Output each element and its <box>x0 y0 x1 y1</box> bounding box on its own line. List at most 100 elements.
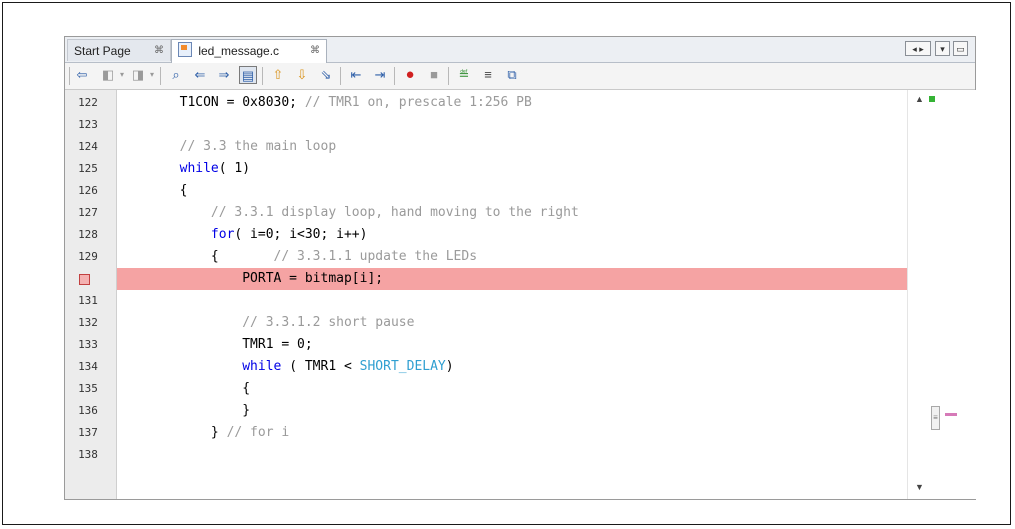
stop-macro-icon[interactable]: ■ <box>425 66 443 84</box>
breakpoint-icon[interactable] <box>79 274 90 285</box>
dropdown-icon[interactable]: ▾ <box>117 66 127 84</box>
code-line[interactable]: while ( TMR1 < SHORT_DELAY) <box>117 356 907 378</box>
line-number[interactable]: 122 <box>65 96 111 109</box>
keyword-token: for <box>210 227 235 242</box>
toolbar-separator <box>448 67 449 85</box>
forward-icon[interactable]: ◨ <box>129 66 147 84</box>
find-next-icon[interactable]: ⇒ <box>215 66 233 84</box>
code-token: T1CON = 0x8030; <box>117 95 305 110</box>
code-token: ( i=0; i<30; i++) <box>234 227 368 242</box>
code-token: ( 1) <box>218 161 251 176</box>
find-previous-icon[interactable]: ⇐ <box>191 66 209 84</box>
breakpoint-marker[interactable] <box>945 413 957 416</box>
breakpoint-line[interactable]: PORTA = bitmap[i]; <box>117 268 907 290</box>
editor-toolbar: ⇦ ◧ ▾ ◨ ▾ ⌕ ⇐ ⇒ ▤ ⇧ ⇩ ⇘ ⇤ ⇥ ● ■ ≝ ≡ ⧉ <box>65 63 975 90</box>
code-line[interactable] <box>117 444 907 466</box>
code-line[interactable]: while( 1) <box>117 158 907 180</box>
dropdown-icon[interactable]: ▾ <box>147 66 157 84</box>
line-number[interactable]: 126 <box>65 184 111 197</box>
maximize-button[interactable]: ▭ <box>953 41 968 56</box>
toggle-bookmark-icon[interactable]: ⇘ <box>317 66 335 84</box>
editor-window: Start Page ⌘ led_message.c ⌘ ◂ ▸ ▾ ▭ ⇦ ◧… <box>64 36 976 500</box>
line-number[interactable]: 129 <box>65 250 111 263</box>
line-number[interactable]: 133 <box>65 338 111 351</box>
scroll-up-icon[interactable]: ▲ <box>915 94 924 104</box>
code-line[interactable]: T1CON = 0x8030; // TMR1 on, prescale 1:2… <box>117 92 907 114</box>
comment-icon[interactable]: ≝ <box>455 66 473 84</box>
close-icon[interactable]: ⌘ <box>154 40 164 62</box>
code-line[interactable]: // 3.3 the main loop <box>117 136 907 158</box>
code-line[interactable]: { // 3.3.1.1 update the LEDs <box>117 246 907 268</box>
toggle-highlight-icon[interactable]: ▤ <box>239 66 257 84</box>
uncomment-icon[interactable]: ≡ <box>479 66 497 84</box>
line-number[interactable]: 138 <box>65 448 111 461</box>
code-line[interactable]: { <box>117 378 907 400</box>
shift-left-icon[interactable]: ⇤ <box>347 66 365 84</box>
history-back-icon[interactable]: ⇦ <box>73 66 91 84</box>
code-token: { <box>117 249 274 264</box>
scrollbar-thumb[interactable]: ≡ <box>931 406 940 430</box>
toolbar-separator <box>340 67 341 85</box>
code-line[interactable] <box>117 290 907 312</box>
code-line[interactable]: } // for i <box>117 422 907 444</box>
line-number[interactable]: 123 <box>65 118 111 131</box>
code-line[interactable]: // 3.3.1 display loop, hand moving to th… <box>117 202 907 224</box>
line-number[interactable]: 127 <box>65 206 111 219</box>
comment-token: // TMR1 on, prescale 1:256 PB <box>304 95 532 110</box>
back-icon[interactable]: ◧ <box>99 66 117 84</box>
code-line[interactable]: TMR1 = 0; <box>117 334 907 356</box>
constant-token: SHORT_DELAY <box>359 359 446 374</box>
code-token: { <box>117 183 188 198</box>
line-number-gutter[interactable]: 122 123 124 125 126 127 128 129 131 132 133 134 135 1… <box>65 90 117 499</box>
code-token: } <box>117 425 227 440</box>
line-number[interactable]: 134 <box>65 360 111 373</box>
line-number[interactable]: 125 <box>65 162 111 175</box>
next-bookmark-icon[interactable]: ⇩ <box>293 66 311 84</box>
line-number[interactable]: 124 <box>65 140 111 153</box>
code-editor[interactable]: 122 123 124 125 126 127 128 129 131 132 133 134 135 1… <box>65 90 976 499</box>
keyword-token: while <box>179 161 219 176</box>
code-line[interactable]: } <box>117 400 907 422</box>
find-selection-icon[interactable]: ⌕ <box>167 66 185 84</box>
previous-bookmark-icon[interactable]: ⇧ <box>269 66 287 84</box>
code-line[interactable]: // 3.3.1.2 short pause <box>117 312 907 334</box>
tab-label: led_message.c <box>198 44 280 58</box>
comment-token: // 3.3.1.2 short pause <box>242 315 415 330</box>
line-number[interactable]: 128 <box>65 228 111 241</box>
comment-token: // 3.3 the main loop <box>179 139 337 154</box>
close-icon[interactable]: ⌘ <box>310 40 320 62</box>
error-stripe[interactable] <box>907 90 976 499</box>
line-number[interactable]: 135 <box>65 382 111 395</box>
line-number[interactable]: 136 <box>65 404 111 417</box>
code-area[interactable]: T1CON = 0x8030; // TMR1 on, prescale 1:2… <box>117 90 907 499</box>
code-token: TMR1 = 0; <box>117 337 313 352</box>
code-line[interactable] <box>117 114 907 136</box>
shift-right-icon[interactable]: ⇥ <box>371 66 389 84</box>
line-number[interactable]: 137 <box>65 426 111 439</box>
comment-token: // 3.3.1 display loop, hand moving to th… <box>210 205 579 220</box>
code-line[interactable]: for( i=0; i<30; i++) <box>117 224 907 246</box>
toolbar-separator <box>160 67 161 85</box>
tab-start-page[interactable]: Start Page ⌘ <box>67 39 171 61</box>
tab-led-message[interactable]: led_message.c ⌘ <box>171 39 327 63</box>
line-number[interactable]: 131 <box>65 294 111 307</box>
line-number[interactable]: 132 <box>65 316 111 329</box>
code-token: PORTA = bitmap[i]; <box>117 271 384 286</box>
comment-token: // 3.3.1.1 update the LEDs <box>273 249 478 264</box>
toolbar-separator <box>394 67 395 85</box>
scroll-tabs-button[interactable]: ◂ ▸ <box>905 41 931 56</box>
code-line[interactable]: { <box>117 180 907 202</box>
toolbar-separator <box>69 67 70 85</box>
start-macro-icon[interactable]: ● <box>401 66 419 84</box>
code-token: ( TMR1 < <box>281 359 360 374</box>
comment-token: // for i <box>226 425 290 440</box>
show-opened-documents-button[interactable]: ▾ <box>935 41 950 56</box>
scroll-down-icon[interactable]: ▼ <box>915 482 924 492</box>
diff-icon[interactable]: ⧉ <box>503 66 521 84</box>
tab-label: Start Page <box>74 44 131 58</box>
